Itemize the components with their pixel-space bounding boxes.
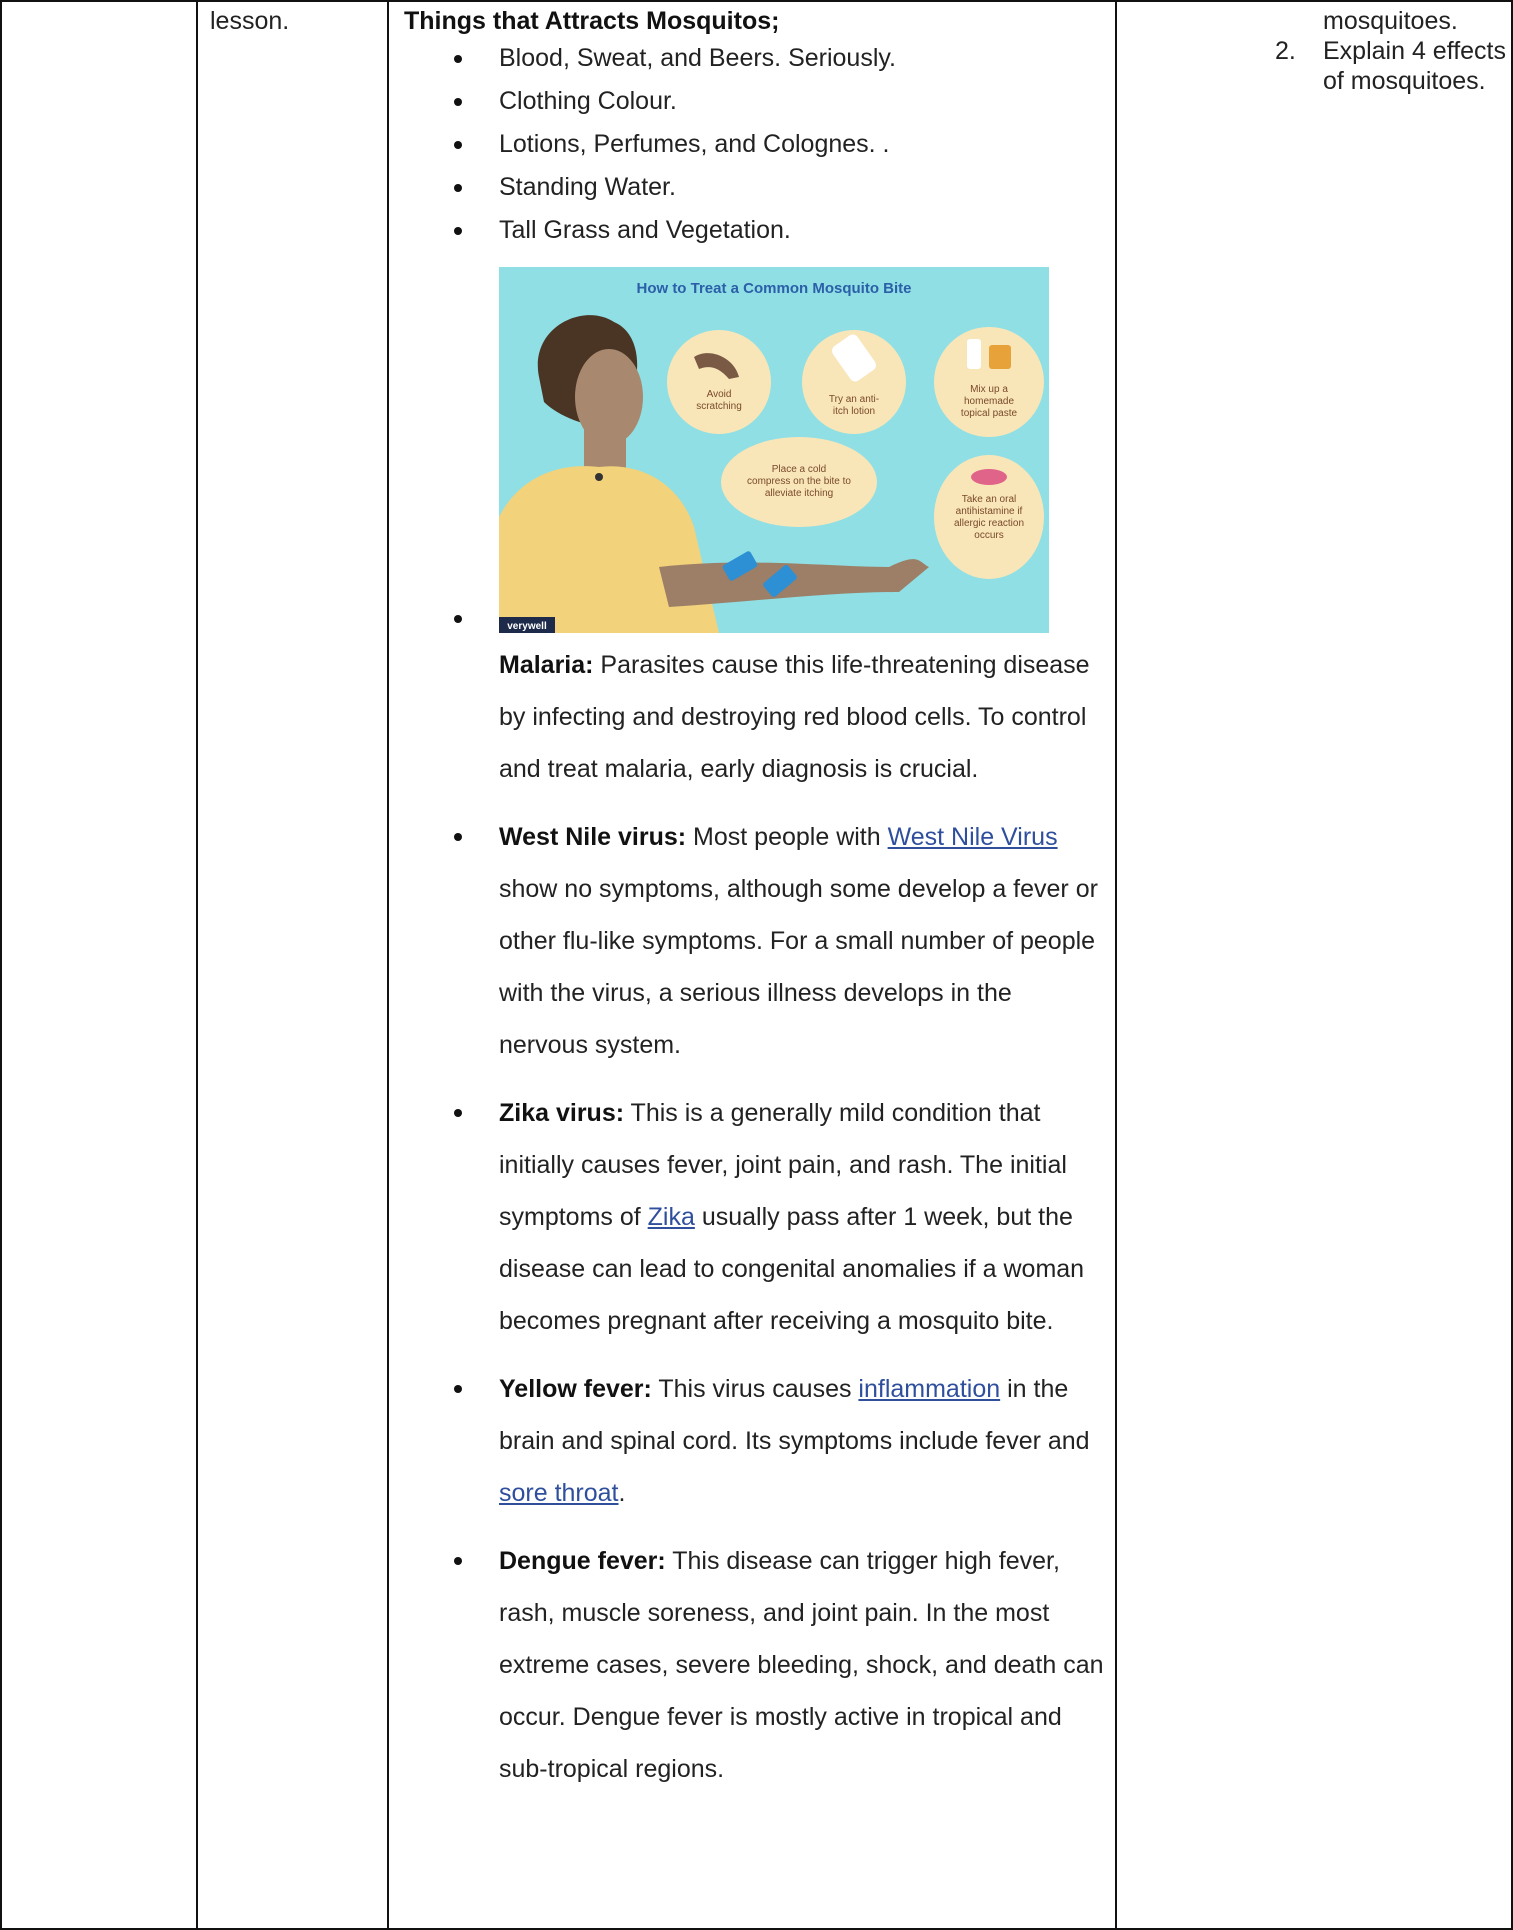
item-text: Explain 4 effects of mosquitoes.: [1323, 37, 1506, 95]
illustration-title: How to Treat a Common Mosquito Bite: [636, 280, 911, 297]
bullet-icon: [454, 98, 462, 106]
list-item: Clothing Colour.: [404, 87, 1104, 130]
bullet-icon: [454, 615, 462, 623]
mosquito-bite-treatment-illustration: How to Treat a Common Mosquito Bite Avoi…: [499, 267, 1049, 633]
baking-soda-icon: [989, 345, 1011, 369]
attractants-list: Blood, Sweat, and Beers. Seriously. Clot…: [404, 44, 1104, 259]
item-number: 2.: [1275, 37, 1296, 65]
bullet-icon: [454, 1109, 462, 1117]
svg-text:Try an anti-itch lotion: Try an anti-itch lotion: [829, 394, 879, 417]
list-item-zika: Zika virus: This is a generally mild con…: [404, 1087, 1104, 1347]
list-item: Standing Water.: [404, 173, 1104, 216]
list-item-dengue: Dengue fever: This disease can trigger h…: [404, 1535, 1104, 1795]
list-item-west-nile: West Nile virus: Most people with West N…: [404, 811, 1104, 1071]
figure-list-item: How to Treat a Common Mosquito Bite Avoi…: [404, 259, 1104, 639]
necklace-dot: [595, 473, 603, 481]
bullet-icon: [454, 1557, 462, 1565]
zika-link[interactable]: Zika: [648, 1203, 695, 1231]
list-item: Blood, Sweat, and Beers. Seriously.: [404, 44, 1104, 87]
list-item-yellow-fever: Yellow fever: This virus causes inflamma…: [404, 1363, 1104, 1519]
evaluation-cell: mosquitoes. 2. Explain 4 effects of mosq…: [1275, 6, 1510, 96]
list-item: Tall Grass and Vegetation.: [404, 216, 1104, 259]
diseases-list: Malaria: Parasites cause this life-threa…: [404, 639, 1104, 1795]
table-column-divider-3: [1115, 0, 1117, 1930]
bullet-icon: [454, 833, 462, 841]
bullet-icon: [454, 141, 462, 149]
verywell-logo: verywell: [507, 621, 547, 632]
water-bottle-icon: [967, 339, 981, 369]
pill-icon: [971, 469, 1007, 485]
list-item-malaria: Malaria: Parasites cause this life-threa…: [499, 651, 1090, 783]
section-heading: Things that Attracts Mosquitos;: [404, 7, 780, 35]
lesson-cell-text: lesson.: [210, 7, 290, 35]
lesson-plan-table: lesson. Things that Attracts Mosquitos; …: [0, 0, 1513, 1930]
bullet-icon: [454, 184, 462, 192]
bullet-icon: [454, 227, 462, 235]
tip-bubble-avoid-scratching: [667, 330, 771, 434]
continuation-text: mosquitoes.: [1323, 7, 1458, 35]
table-border-left: [0, 0, 2, 1930]
content-cell: Things that Attracts Mosquitos; Blood, S…: [404, 6, 1104, 1811]
table-column-divider-1: [196, 0, 198, 1930]
evaluation-item: 2. Explain 4 effects of mosquitoes.: [1275, 36, 1510, 96]
table-column-divider-2: [387, 0, 389, 1930]
list-item: Lotions, Perfumes, and Colognes. .: [404, 130, 1104, 173]
bullet-icon: [454, 55, 462, 63]
tip-bubble-topical-paste: [934, 327, 1044, 437]
table-border-top: [0, 0, 1513, 2]
bullet-icon: [454, 1385, 462, 1393]
inflammation-link[interactable]: inflammation: [858, 1375, 1000, 1403]
west-nile-virus-link[interactable]: West Nile Virus: [888, 823, 1058, 851]
sore-throat-link[interactable]: sore throat: [499, 1479, 619, 1507]
